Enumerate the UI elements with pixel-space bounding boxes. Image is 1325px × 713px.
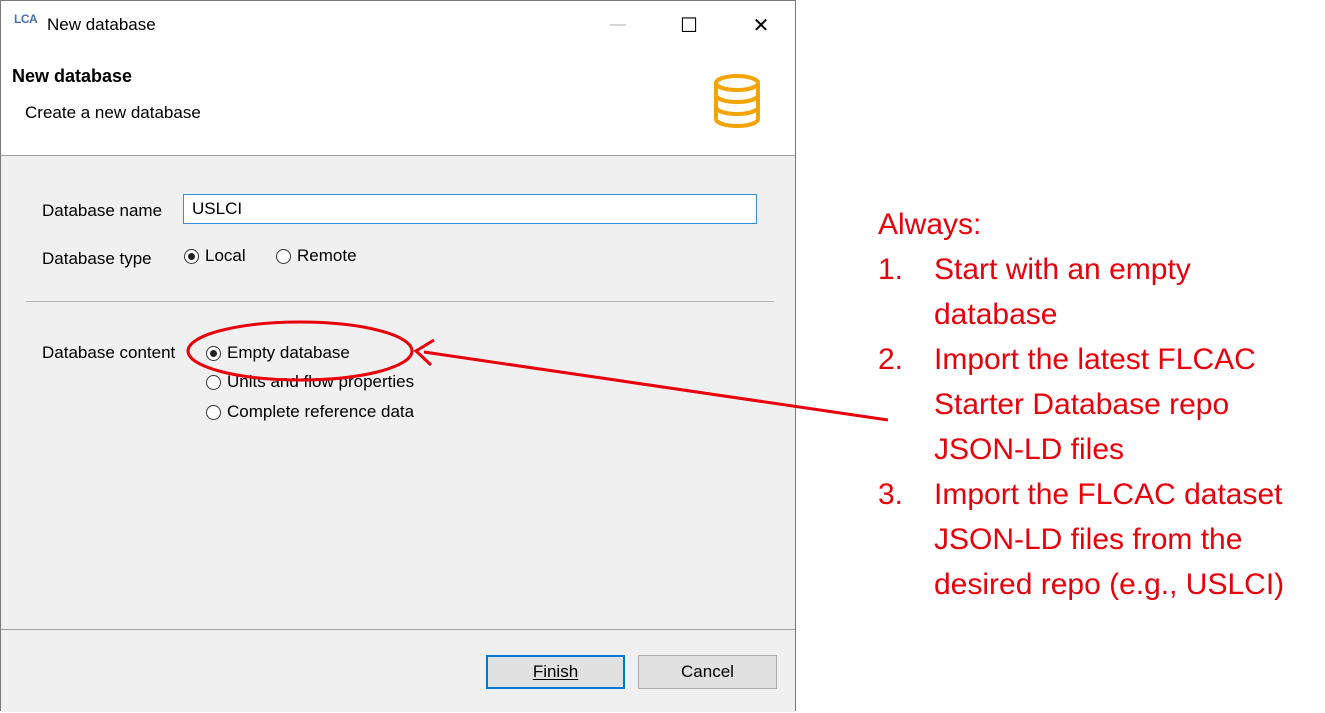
- radio-units-flow-properties-label: Units and flow properties: [227, 372, 415, 391]
- finish-button[interactable]: Finish: [486, 655, 625, 689]
- wizard-header: New database Create a new database: [1, 49, 795, 156]
- close-button[interactable]: ✕: [732, 1, 790, 49]
- annotation-step-text: Import the latest FLCAC Starter Database…: [934, 343, 1256, 466]
- database-content-label: Database content: [42, 343, 176, 362]
- annotation-step: 3. Import the FLCAC dataset JSON-LD file…: [878, 472, 1318, 607]
- database-name-label: Database name: [42, 201, 163, 220]
- radio-local[interactable]: Local: [184, 246, 246, 266]
- annotation-heading: Always:: [878, 208, 982, 241]
- radio-local-label: Local: [205, 246, 246, 265]
- page-subtitle: Create a new database: [25, 103, 201, 122]
- radio-remote[interactable]: Remote: [276, 246, 357, 266]
- annotation-step: 2. Import the latest FLCAC Starter Datab…: [878, 337, 1318, 472]
- annotation-steps: 1. Start with an empty database 2. Impor…: [878, 247, 1318, 607]
- app-logo: LCA: [14, 12, 38, 26]
- annotation-step: 1. Start with an empty database: [878, 247, 1318, 337]
- finish-button-label: Finish: [532, 662, 579, 681]
- radio-empty-database-button[interactable]: [206, 345, 221, 361]
- radio-remote-label: Remote: [297, 246, 357, 265]
- annotation-step-text: Start with an empty database: [934, 253, 1191, 331]
- radio-complete-reference-data-label: Complete reference data: [227, 402, 415, 421]
- annotation-step-text: Import the FLCAC dataset JSON-LD files f…: [934, 478, 1285, 601]
- close-icon: ✕: [752, 14, 770, 37]
- new-database-dialog: LCA New database — ☐ ✕ New database Crea…: [0, 0, 796, 712]
- page-title: New database: [12, 66, 133, 86]
- database-icon: [714, 74, 760, 128]
- radio-units-flow-properties[interactable]: Units and flow properties: [206, 372, 414, 392]
- annotation-step-number: 2.: [878, 343, 904, 376]
- maximize-icon: ☐: [680, 14, 698, 37]
- radio-complete-reference-data-button[interactable]: [206, 404, 221, 420]
- minimize-button[interactable]: —: [589, 1, 647, 49]
- annotation-step-number: 1.: [878, 253, 904, 286]
- minimize-icon: —: [610, 16, 626, 33]
- radio-empty-database[interactable]: Empty database: [206, 343, 350, 363]
- title-bar: LCA New database — ☐ ✕: [1, 1, 795, 49]
- wizard-content: Database name Database type Local Remote…: [1, 156, 795, 628]
- section-divider: [26, 301, 774, 302]
- instruction-annotation: Always: 1. Start with an empty database …: [878, 202, 1318, 607]
- radio-complete-reference-data[interactable]: Complete reference data: [206, 402, 414, 422]
- annotation-step-number: 3.: [878, 478, 904, 511]
- maximize-button[interactable]: ☐: [660, 1, 718, 49]
- radio-empty-database-label: Empty database: [227, 343, 350, 362]
- database-name-input[interactable]: [183, 194, 757, 224]
- wizard-footer: Finish Cancel: [1, 629, 795, 712]
- database-type-label: Database type: [42, 249, 152, 268]
- radio-units-flow-properties-button[interactable]: [206, 374, 221, 390]
- radio-local-button[interactable]: [184, 248, 199, 264]
- cancel-button[interactable]: Cancel: [638, 655, 777, 689]
- radio-remote-button[interactable]: [276, 248, 291, 264]
- window-title: New database: [47, 15, 156, 34]
- cancel-button-label: Cancel: [681, 662, 734, 681]
